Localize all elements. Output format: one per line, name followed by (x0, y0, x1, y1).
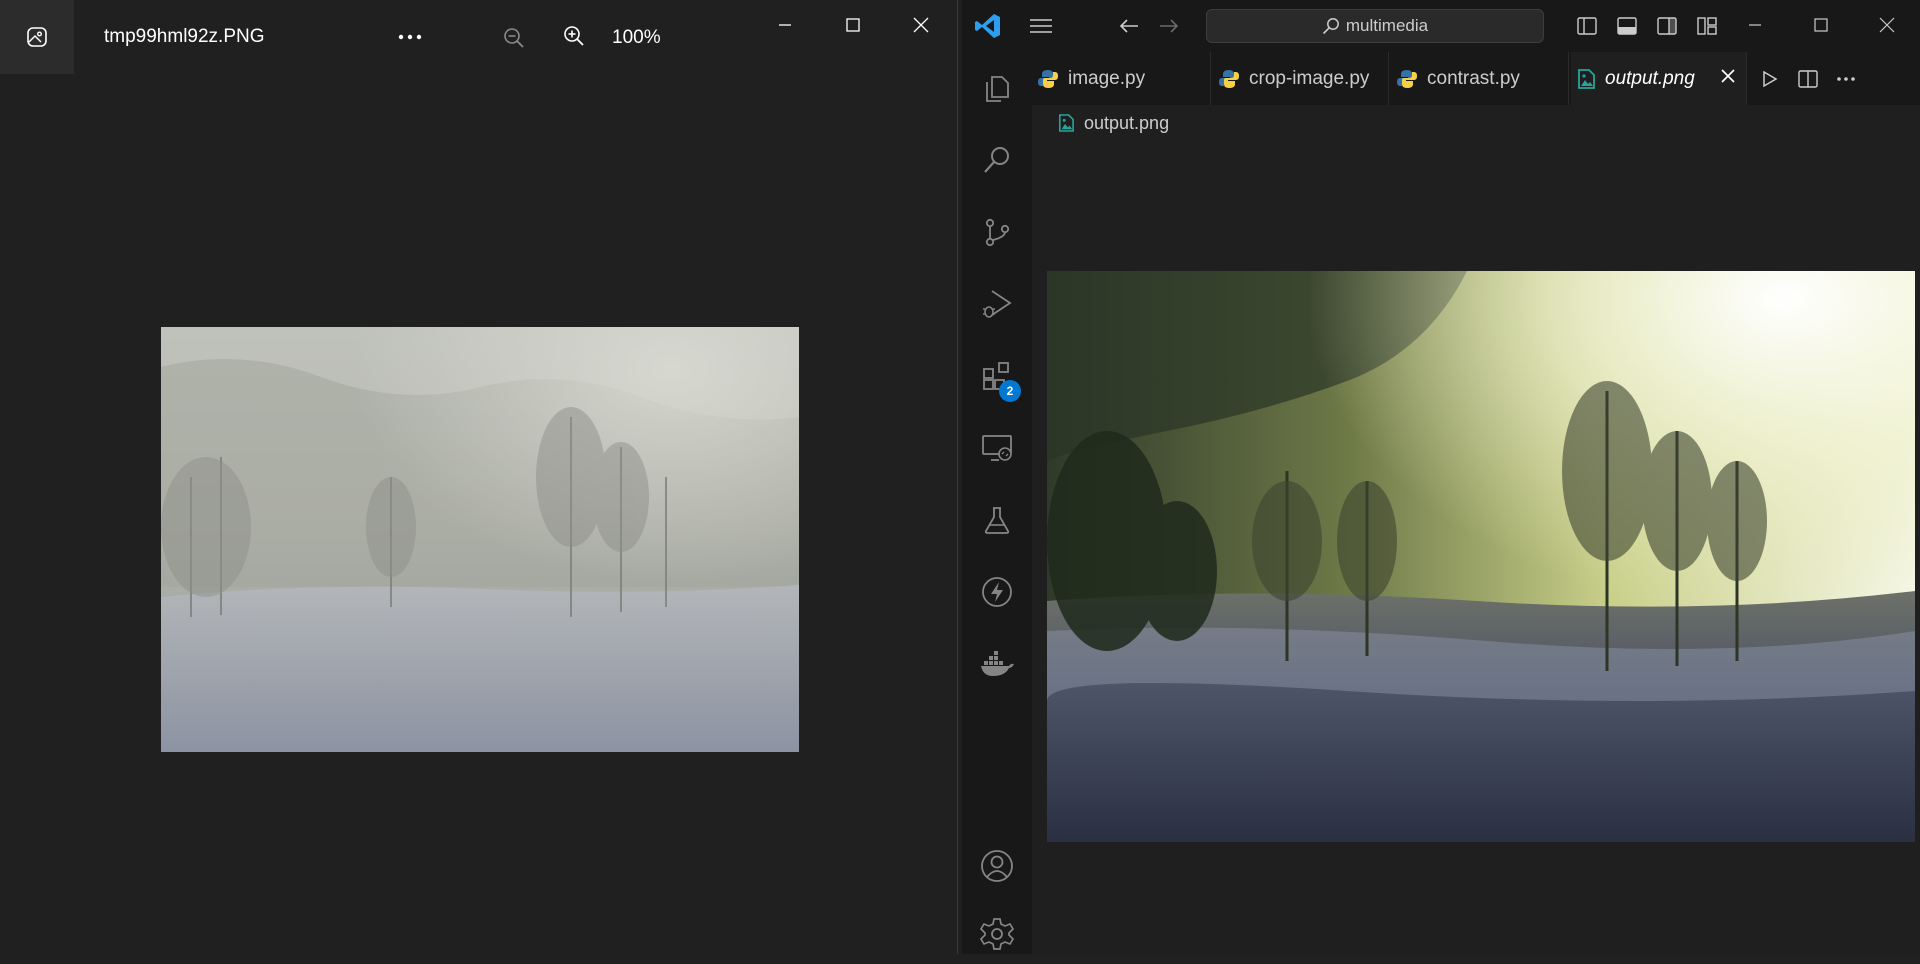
python-icon (1219, 69, 1239, 89)
vscode-close-button[interactable] (1854, 0, 1920, 50)
breadcrumb[interactable]: output.png (1058, 110, 1169, 136)
zoom-out-icon (504, 28, 524, 48)
more-actions-icon (1837, 77, 1855, 81)
activity-bar: 2 (962, 52, 1032, 954)
run-debug-icon (983, 290, 1012, 318)
image-file-icon (1058, 114, 1074, 132)
maximize-button[interactable] (820, 0, 886, 50)
tab-label: output.png (1605, 67, 1695, 89)
customize-layout-button[interactable] (1694, 14, 1720, 38)
layout-grid-icon (1697, 17, 1717, 35)
hamburger-menu-icon (1030, 19, 1052, 33)
editor-tab-bar: image.py crop-image.py contrast.py outpu… (1032, 52, 1920, 105)
run-debug-button[interactable] (962, 274, 1032, 334)
displayed-image (161, 327, 799, 752)
explorer-icon (986, 76, 1009, 102)
toggle-secondary-sidebar-button[interactable] (1654, 14, 1680, 38)
application-menu-button[interactable] (1026, 14, 1056, 38)
extensions-button[interactable]: 2 (962, 346, 1032, 406)
source-control-icon (985, 218, 1010, 247)
photos-app-button[interactable] (0, 0, 74, 74)
tab-output-png[interactable]: output.png (1571, 52, 1747, 105)
more-actions-button[interactable] (1832, 66, 1860, 92)
photo-viewer-window: tmp99hml92z.PNG 100% (0, 0, 958, 954)
close-tab-button[interactable] (1720, 68, 1736, 90)
vscode-titlebar: multimedia (962, 0, 1920, 52)
tab-image-py[interactable]: image.py (1032, 52, 1211, 105)
breadcrumb-label: output.png (1084, 112, 1170, 133)
search-view-button[interactable] (962, 130, 1032, 190)
manage-settings-button[interactable] (962, 904, 1032, 964)
close-button[interactable] (888, 0, 954, 50)
remote-explorer-icon (982, 435, 1012, 461)
extensions-badge: 2 (999, 380, 1021, 402)
file-name-label: tmp99hml92z.PNG (104, 26, 265, 47)
go-forward-button[interactable] (1156, 14, 1182, 38)
toggle-panel-button[interactable] (1614, 14, 1640, 38)
vscode-minimize-button[interactable] (1722, 0, 1788, 50)
close-icon (1721, 69, 1735, 83)
lightning-extension-button[interactable] (962, 562, 1032, 622)
tab-crop-image-py[interactable]: crop-image.py (1213, 52, 1389, 105)
split-editor-button[interactable] (1794, 66, 1822, 92)
panel-bottom-icon (1617, 17, 1637, 35)
zoom-level-label: 100% (612, 27, 661, 48)
image-preview (1047, 271, 1915, 842)
split-editor-icon (1798, 70, 1818, 88)
search-icon (1322, 18, 1339, 35)
toggle-primary-sidebar-button[interactable] (1574, 14, 1600, 38)
account-icon (981, 850, 1013, 882)
testing-icon (984, 507, 1010, 534)
settings-gear-icon (979, 918, 1015, 950)
sidebar-left-icon (1577, 17, 1597, 35)
tab-label: contrast.py (1427, 67, 1520, 89)
viewer-titlebar: tmp99hml92z.PNG 100% (0, 0, 958, 74)
python-icon (1038, 69, 1058, 89)
arrow-left-icon (1119, 19, 1138, 33)
image-file-icon (1577, 68, 1595, 89)
sidebar-right-icon (1657, 17, 1677, 35)
zoom-out-button[interactable] (498, 22, 530, 54)
accounts-button[interactable] (962, 836, 1032, 896)
explorer-button[interactable] (962, 58, 1032, 118)
source-control-button[interactable] (962, 202, 1032, 262)
maximize-icon (1814, 18, 1828, 32)
python-icon (1397, 69, 1417, 89)
docker-button[interactable] (962, 634, 1032, 694)
vscode-window: multimedia 2 image.py crop-image.py cont… (962, 0, 1920, 954)
more-options-button[interactable] (390, 20, 430, 54)
testing-button[interactable] (962, 490, 1032, 550)
search-icon (984, 147, 1009, 173)
vscode-maximize-button[interactable] (1788, 0, 1854, 50)
close-icon (913, 17, 929, 33)
photos-app-icon (27, 27, 47, 47)
tab-label: crop-image.py (1249, 67, 1370, 89)
minimize-icon (779, 24, 791, 26)
lightning-icon (982, 577, 1012, 607)
more-options-icon (398, 34, 422, 40)
docker-icon (981, 651, 1014, 676)
maximize-icon (846, 18, 860, 32)
search-text: multimedia (1345, 16, 1429, 35)
minimize-button[interactable] (752, 0, 818, 50)
close-icon (1879, 17, 1895, 33)
tab-contrast-py[interactable]: contrast.py (1391, 52, 1569, 105)
minimize-icon (1749, 24, 1761, 26)
remote-explorer-button[interactable] (962, 418, 1032, 478)
zoom-in-icon (564, 26, 584, 46)
zoom-in-button[interactable] (558, 20, 590, 52)
tab-label: image.py (1068, 67, 1146, 89)
go-back-button[interactable] (1116, 14, 1142, 38)
vscode-logo-icon (975, 14, 1000, 38)
arrow-right-icon (1160, 19, 1179, 33)
run-file-button[interactable] (1756, 66, 1784, 92)
play-icon (1763, 70, 1778, 88)
command-center-search[interactable]: multimedia (1206, 9, 1544, 43)
